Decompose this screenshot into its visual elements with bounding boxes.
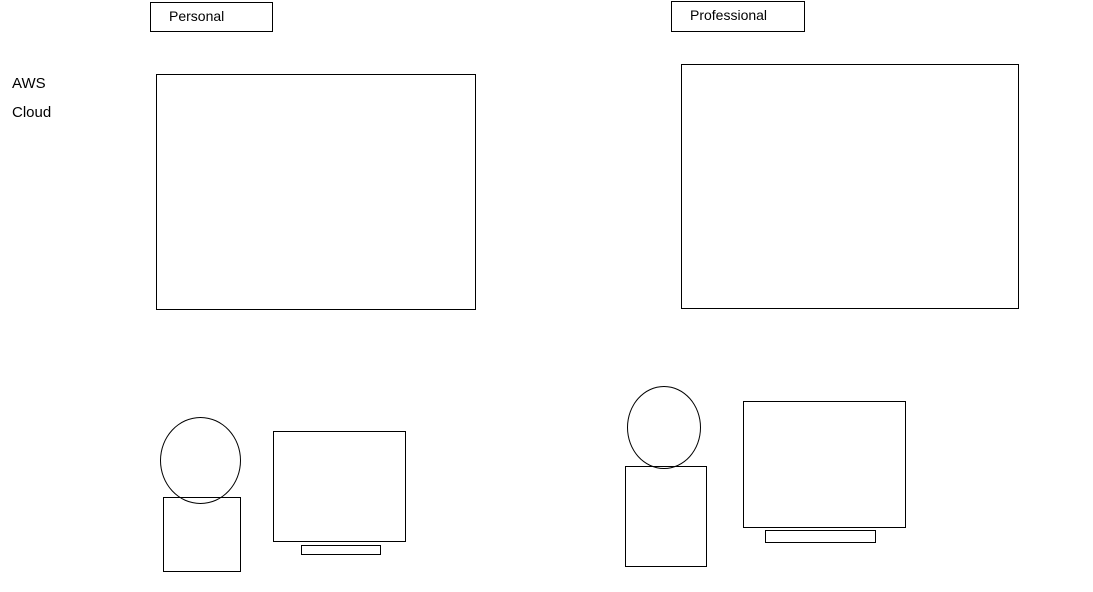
professional-title-box: Professional: [671, 1, 805, 32]
personal-title-box: Personal: [150, 2, 273, 32]
professional-monitor-icon: [743, 401, 906, 528]
personal-monitor-icon: [273, 431, 406, 542]
personal-person-head-icon: [160, 417, 241, 504]
professional-cloud-frame: [681, 64, 1019, 309]
personal-keyboard-icon: [301, 545, 381, 555]
professional-person-body-icon: [625, 466, 707, 567]
professional-person-head-icon: [627, 386, 701, 469]
cloud-label: Cloud: [12, 104, 52, 121]
personal-cloud-frame: [156, 74, 476, 310]
personal-person-body-icon: [163, 497, 241, 572]
professional-keyboard-icon: [765, 530, 876, 543]
aws-label: AWS: [12, 75, 46, 92]
